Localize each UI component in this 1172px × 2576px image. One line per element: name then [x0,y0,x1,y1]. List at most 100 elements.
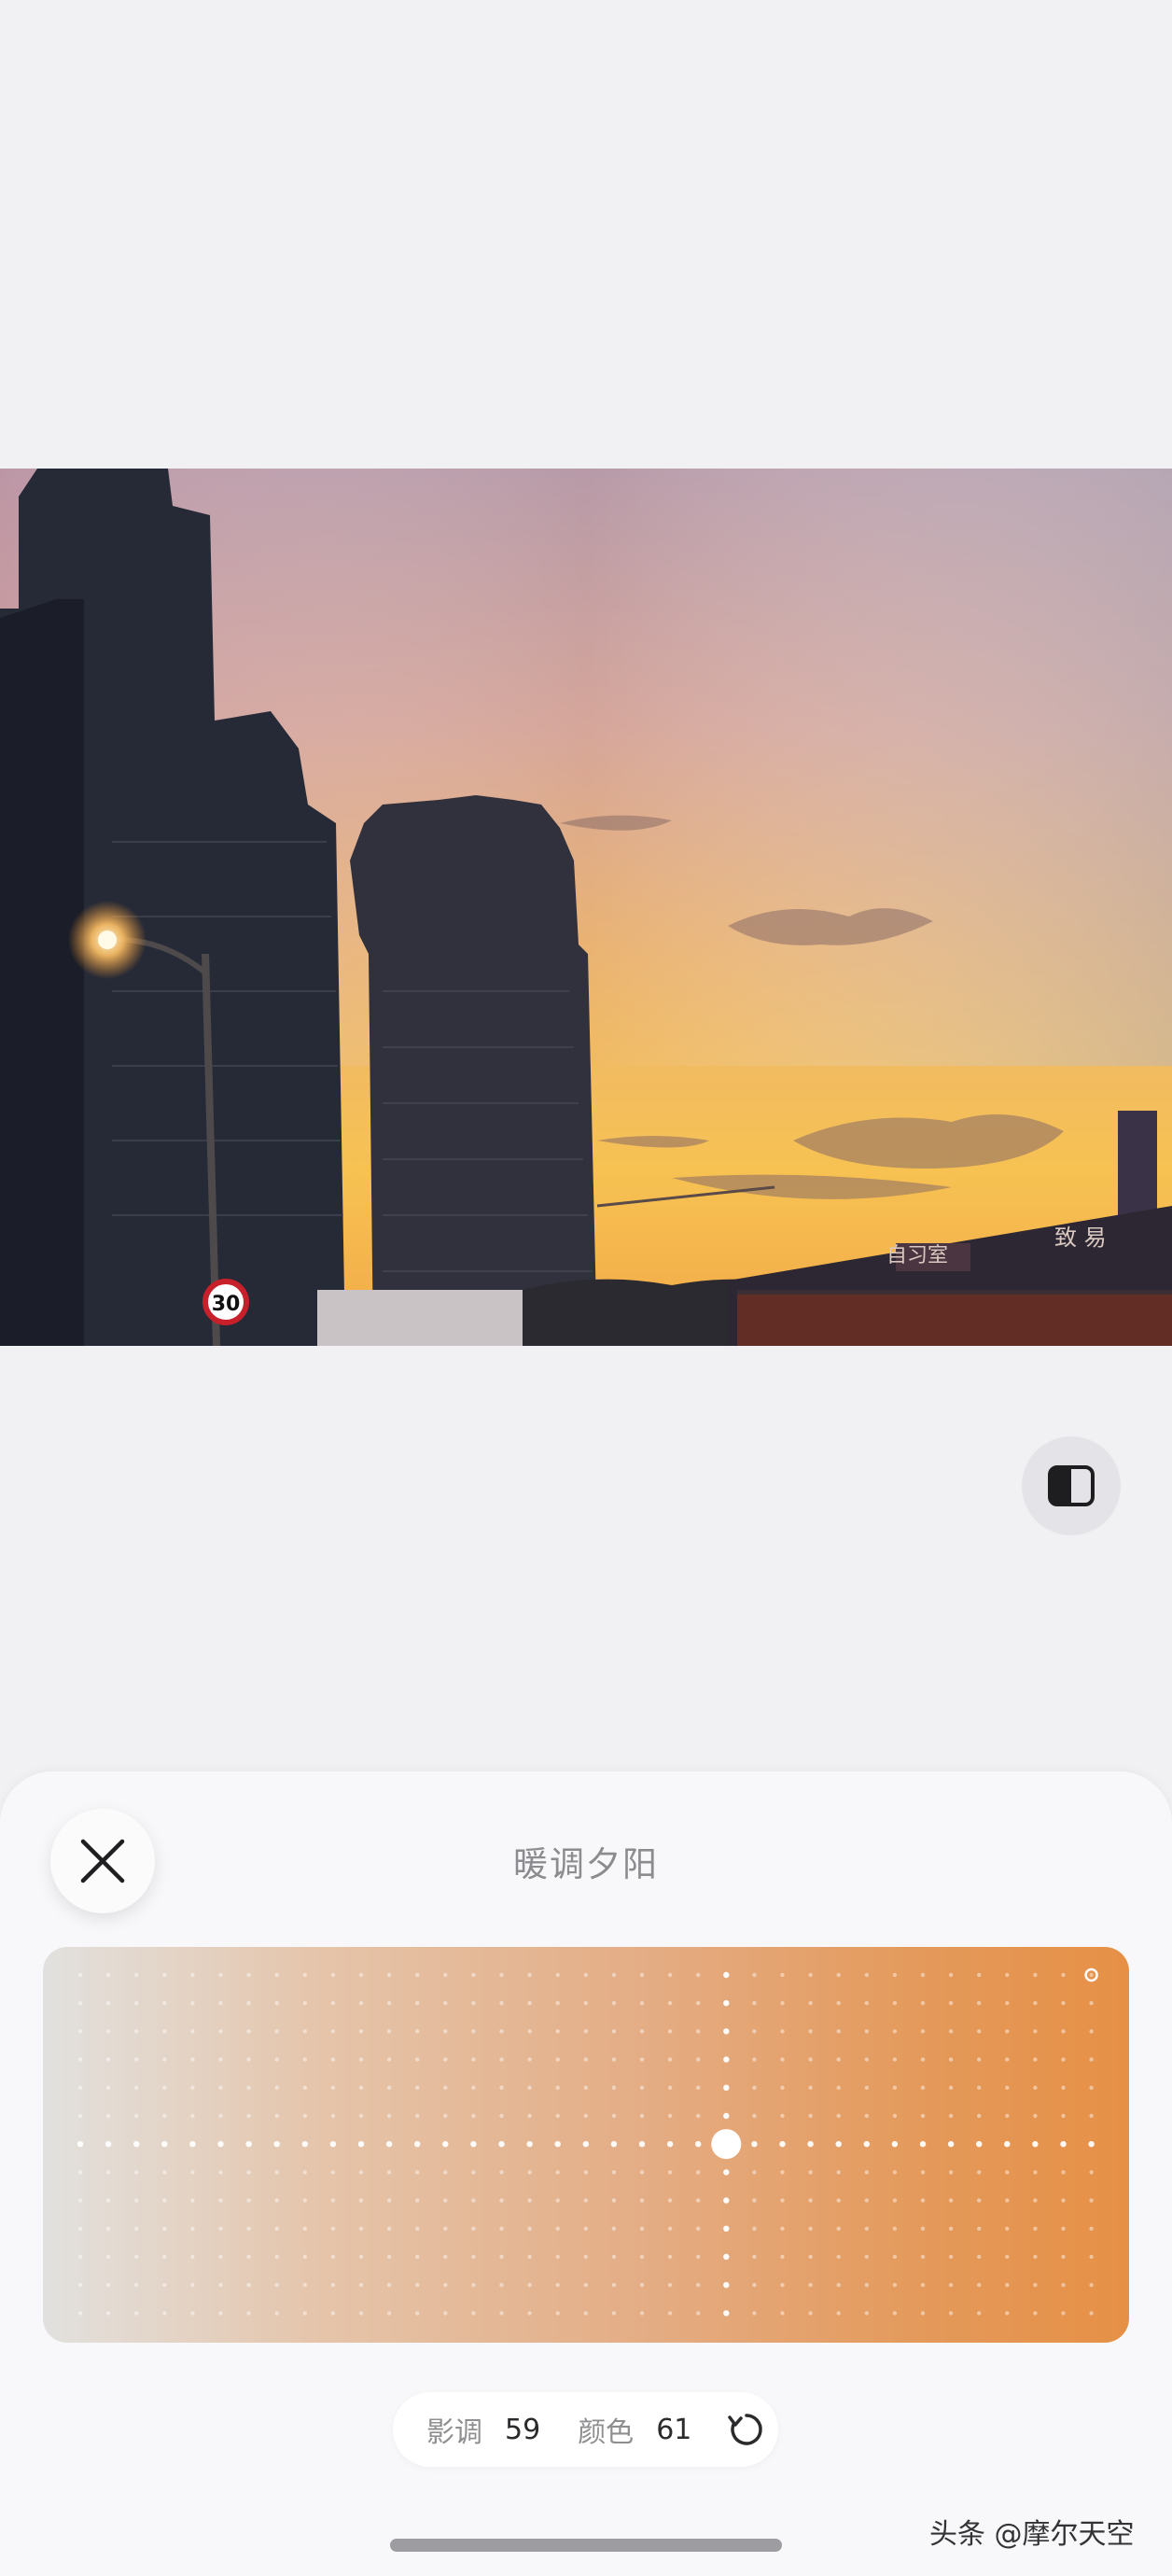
grid-dot [218,2085,223,2090]
grid-dot [527,1972,532,1978]
grid-dot [386,2029,392,2034]
grid-dot [386,2226,392,2231]
grid-dot [77,2226,83,2231]
grid-dot [302,2113,307,2119]
grid-dot [892,2029,898,2034]
grid-dot [1004,2141,1011,2148]
grid-dot [386,2113,392,2119]
grid-dot [105,2198,111,2203]
grid-dot [358,2198,364,2203]
grid-dot [610,2141,618,2148]
grid-dot [246,2198,251,2203]
grid-dot [696,2085,701,2090]
home-indicator[interactable] [390,2539,782,2552]
grid-dot [274,2057,279,2062]
grid-dot [274,2170,279,2175]
grid-dot [443,2198,448,2203]
grid-dot [190,2085,195,2090]
grid-dot [977,1972,982,1978]
grid-dot [499,2113,504,2119]
tone-value: 59 [505,2413,541,2446]
grid-dot [555,2283,560,2288]
grid-dot [499,2311,504,2316]
grid-dot [1089,2029,1094,2034]
grid-dot [527,2113,532,2119]
grid-dot [443,2057,448,2062]
grid-dot [1033,2057,1038,2062]
grid-dot [385,2141,393,2148]
grid-dot [1061,2029,1066,2034]
grid-dot [162,2170,167,2175]
grid-dot [920,2311,926,2316]
grid-dot [246,2283,251,2288]
compare-button[interactable] [1022,1436,1121,1535]
grid-dot [920,2198,926,2203]
grid-dot [105,2085,111,2090]
grid-dot [527,2057,532,2062]
grid-dot [920,2254,926,2260]
grid-dot [696,2057,701,2062]
grid-dot [527,2254,532,2260]
grid-dot [864,2170,869,2175]
grid-dot [415,1972,420,1978]
grid-dot [190,2029,195,2034]
grid-dot [274,1972,279,1978]
grid-dot [780,1972,785,1978]
grid-dot [948,2085,954,2090]
grid-dot [274,2254,279,2260]
grid-dot [1088,2141,1095,2148]
grid-dot [977,2001,982,2006]
grid-dot [330,2085,336,2090]
grid-dot [639,2029,645,2034]
photo-sign-text-2: 致 易 [1054,1225,1107,1251]
color-value: 61 [656,2413,692,2446]
grid-dot [190,2311,195,2316]
grid-dot [527,2085,532,2090]
grid-dot [471,2311,476,2316]
grid-dot [977,2198,982,2203]
grid-dot [358,2254,364,2260]
grid-dot [667,2113,673,2119]
grid-dot [752,2198,757,2203]
grid-dot [386,2283,392,2288]
grid-dot [723,2056,730,2063]
grid-dot [639,2198,645,2203]
grid-dot [723,2169,730,2176]
grid-dot [415,2254,420,2260]
grid-dot [358,2283,364,2288]
tone-label: 影调 [426,2416,482,2449]
grid-dot [1005,2226,1010,2231]
grid-dot [977,2170,982,2175]
grid-dot [555,1972,560,1978]
grid-dot [190,2113,195,2119]
grid-dot [836,1972,841,1978]
grid-dot [190,2226,195,2231]
grid-dot [667,2311,673,2316]
grid-dot [583,2113,588,2119]
grid-dot [471,2085,476,2090]
tone-color-pad[interactable] [43,1947,1129,2343]
grid-dot [162,1972,167,1978]
grid-dot [864,2198,869,2203]
grid-dot [1061,2311,1066,2316]
grid-dot [611,1972,617,1978]
grid-dot [415,2057,420,2062]
watermark: 头条 @摩尔天空 [929,2518,1135,2551]
pad-handle[interactable] [711,2129,742,2160]
reset-icon[interactable] [727,2410,766,2449]
grid-dot [330,2283,336,2288]
grid-dot [330,2254,336,2260]
grid-dot [977,2311,982,2316]
grid-dot [386,2170,392,2175]
photo-preview: 自习室 致 易 30 [0,469,1172,1346]
grid-dot [555,2057,560,2062]
grid-dot [639,1972,645,1978]
grid-dot [752,2113,757,2119]
close-button[interactable] [50,1809,155,1913]
grid-dot [386,2085,392,2090]
grid-dot [1089,1972,1094,1978]
grid-dot [780,2254,785,2260]
grid-dot [386,2198,392,2203]
grid-dot [1061,2254,1066,2260]
grid-dot [639,2113,645,2119]
